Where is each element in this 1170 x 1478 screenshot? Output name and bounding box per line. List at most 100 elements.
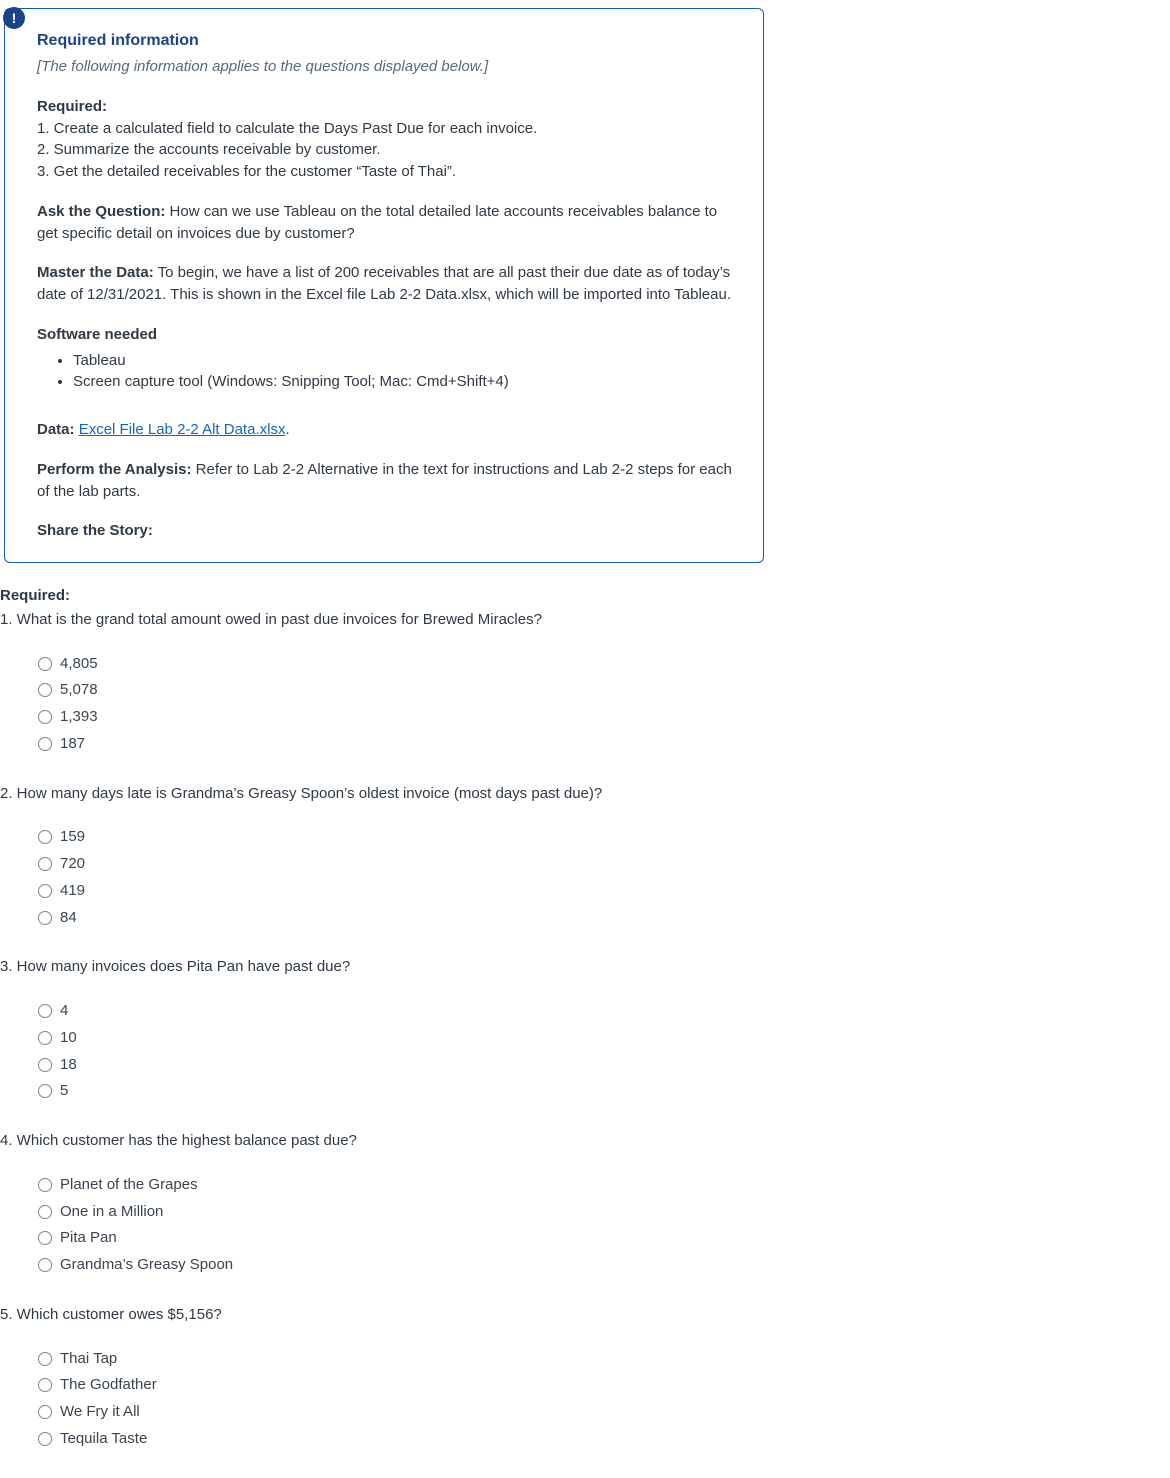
option-label: Grandma’s Greasy Spoon bbox=[60, 1254, 233, 1276]
option-label: Thai Tap bbox=[60, 1348, 117, 1370]
question: 5. Which customer owes $5,156?Thai TapTh… bbox=[0, 1304, 1170, 1450]
answer-option[interactable]: 10 bbox=[38, 1027, 1170, 1049]
question: 1. What is the grand total amount owed i… bbox=[0, 609, 1170, 755]
option-label: The Godfather bbox=[60, 1374, 157, 1396]
required-step: 1. Create a calculated field to calculat… bbox=[37, 118, 737, 140]
page: ! Required information [The following in… bbox=[0, 0, 1170, 1450]
answer-option[interactable]: We Fry it All bbox=[38, 1401, 1170, 1423]
option-label: Planet of the Grapes bbox=[60, 1174, 198, 1196]
answer-option[interactable]: Planet of the Grapes bbox=[38, 1174, 1170, 1196]
answer-option[interactable]: The Godfather bbox=[38, 1374, 1170, 1396]
radio-icon[interactable] bbox=[38, 1432, 52, 1446]
questions-section: Required: 1. What is the grand total amo… bbox=[0, 563, 1170, 1450]
questions-header: Required: bbox=[0, 585, 1170, 607]
radio-icon[interactable] bbox=[38, 1405, 52, 1419]
data-file-link[interactable]: Excel File Lab 2-2 Alt Data.xlsx bbox=[79, 421, 286, 438]
radio-icon[interactable] bbox=[38, 1058, 52, 1072]
data-after: . bbox=[285, 421, 289, 438]
required-label: Required: bbox=[37, 96, 737, 118]
required-information-panel: ! Required information [The following in… bbox=[4, 8, 764, 563]
radio-icon[interactable] bbox=[38, 657, 52, 671]
option-label: 5 bbox=[60, 1080, 68, 1102]
answer-option[interactable]: 187 bbox=[38, 733, 1170, 755]
option-label: 5,078 bbox=[60, 679, 98, 701]
answer-option[interactable]: Pita Pan bbox=[38, 1227, 1170, 1249]
alert-icon: ! bbox=[3, 7, 25, 29]
options-group: 4,805 5,078 1,393 187 bbox=[0, 653, 1170, 755]
question-text: 1. What is the grand total amount owed i… bbox=[0, 609, 1170, 631]
options-group: Planet of the Grapes One in a Million Pita… bbox=[0, 1174, 1170, 1276]
answer-option[interactable]: 84 bbox=[38, 907, 1170, 929]
master-the-data: Master the Data: To begin, we have a lis… bbox=[37, 262, 737, 306]
software-needed: Software needed Tableau Screen capture t… bbox=[37, 324, 737, 393]
radio-icon[interactable] bbox=[38, 1258, 52, 1272]
option-label: 1,393 bbox=[60, 706, 98, 728]
option-label: 4,805 bbox=[60, 653, 98, 675]
required-step: 2. Summarize the accounts receivable by … bbox=[37, 139, 737, 161]
radio-icon[interactable] bbox=[38, 737, 52, 751]
answer-option[interactable]: 1,393 bbox=[38, 706, 1170, 728]
panel-subtitle: [The following information applies to th… bbox=[37, 56, 737, 78]
software-item: Tableau bbox=[73, 350, 737, 372]
option-label: Pita Pan bbox=[60, 1227, 117, 1249]
answer-option[interactable]: Thai Tap bbox=[38, 1348, 1170, 1370]
radio-icon[interactable] bbox=[38, 911, 52, 925]
answer-option[interactable]: 4 bbox=[38, 1000, 1170, 1022]
question: 3. How many invoices does Pita Pan have … bbox=[0, 956, 1170, 1102]
radio-icon[interactable] bbox=[38, 830, 52, 844]
perform-label: Perform the Analysis: bbox=[37, 461, 192, 478]
option-label: 4 bbox=[60, 1000, 68, 1022]
option-label: We Fry it All bbox=[60, 1401, 140, 1423]
radio-icon[interactable] bbox=[38, 1004, 52, 1018]
answer-option[interactable]: 5,078 bbox=[38, 679, 1170, 701]
option-label: Tequila Taste bbox=[60, 1428, 147, 1450]
radio-icon[interactable] bbox=[38, 1352, 52, 1366]
radio-icon[interactable] bbox=[38, 1205, 52, 1219]
data-line: Data: Excel File Lab 2-2 Alt Data.xlsx. bbox=[37, 419, 737, 441]
question-text: 5. Which customer owes $5,156? bbox=[0, 1304, 1170, 1326]
answer-option[interactable]: 419 bbox=[38, 880, 1170, 902]
share-label: Share the Story: bbox=[37, 522, 153, 539]
master-label: Master the Data: bbox=[37, 264, 154, 281]
radio-icon[interactable] bbox=[38, 710, 52, 724]
question-text: 3. How many invoices does Pita Pan have … bbox=[0, 956, 1170, 978]
answer-option[interactable]: One in a Million bbox=[38, 1201, 1170, 1223]
question: 2. How many days late is Grandma’s Greas… bbox=[0, 783, 1170, 929]
option-label: 419 bbox=[60, 880, 85, 902]
perform-analysis: Perform the Analysis: Refer to Lab 2-2 A… bbox=[37, 459, 737, 503]
radio-icon[interactable] bbox=[38, 1031, 52, 1045]
panel-title: Required information bbox=[37, 29, 737, 52]
option-label: 187 bbox=[60, 733, 85, 755]
question: 4. Which customer has the highest balanc… bbox=[0, 1130, 1170, 1276]
radio-icon[interactable] bbox=[38, 1084, 52, 1098]
radio-icon[interactable] bbox=[38, 1178, 52, 1192]
answer-option[interactable]: 18 bbox=[38, 1054, 1170, 1076]
radio-icon[interactable] bbox=[38, 1231, 52, 1245]
share-the-story: Share the Story: bbox=[37, 520, 737, 542]
radio-icon[interactable] bbox=[38, 1378, 52, 1392]
radio-icon[interactable] bbox=[38, 683, 52, 697]
answer-option[interactable]: Tequila Taste bbox=[38, 1428, 1170, 1450]
answer-option[interactable]: 720 bbox=[38, 853, 1170, 875]
options-group: 4 10 18 5 bbox=[0, 1000, 1170, 1102]
radio-icon[interactable] bbox=[38, 857, 52, 871]
question-text: 2. How many days late is Grandma’s Greas… bbox=[0, 783, 1170, 805]
options-group: Thai Tap The Godfather We Fry it All Tequil… bbox=[0, 1348, 1170, 1450]
ask-the-question: Ask the Question: How can we use Tableau… bbox=[37, 201, 737, 245]
answer-option[interactable]: 4,805 bbox=[38, 653, 1170, 675]
radio-icon[interactable] bbox=[38, 884, 52, 898]
option-label: 720 bbox=[60, 853, 85, 875]
option-label: 159 bbox=[60, 826, 85, 848]
option-label: 84 bbox=[60, 907, 77, 929]
data-label: Data: bbox=[37, 421, 79, 438]
answer-option[interactable]: Grandma’s Greasy Spoon bbox=[38, 1254, 1170, 1276]
option-label: One in a Million bbox=[60, 1201, 163, 1223]
option-label: 18 bbox=[60, 1054, 77, 1076]
answer-option[interactable]: 5 bbox=[38, 1080, 1170, 1102]
required-step: 3. Get the detailed receivables for the … bbox=[37, 161, 737, 183]
software-item: Screen capture tool (Windows: Snipping T… bbox=[73, 371, 737, 393]
software-label: Software needed bbox=[37, 324, 737, 346]
option-label: 10 bbox=[60, 1027, 77, 1049]
question-text: 4. Which customer has the highest balanc… bbox=[0, 1130, 1170, 1152]
answer-option[interactable]: 159 bbox=[38, 826, 1170, 848]
